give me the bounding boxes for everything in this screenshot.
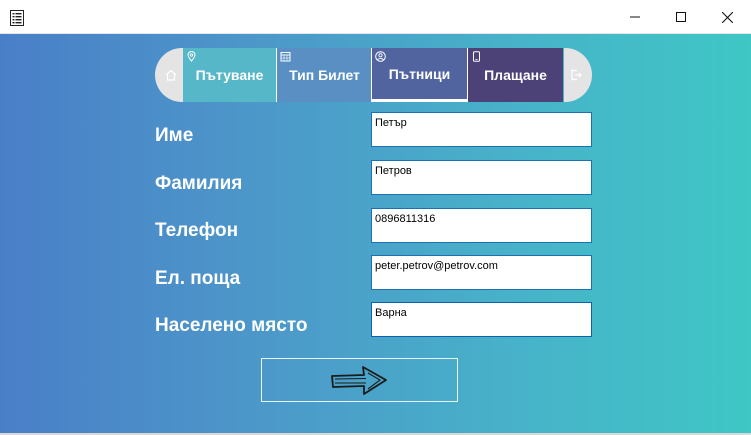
next-button[interactable] (261, 358, 458, 402)
city-label: Населено място (155, 315, 308, 336)
tab-payment[interactable]: Плащане (468, 48, 563, 102)
tab-trip[interactable]: Пътуване (183, 48, 276, 102)
main-panel: Пътуване Тип Билет Пътници Плащане Име П… (0, 34, 751, 433)
phone-field[interactable]: 0896811316 (371, 208, 592, 243)
email-label: Ел. поща (155, 268, 241, 289)
first-name-field[interactable]: Петър (371, 112, 592, 147)
home-icon (165, 69, 177, 81)
home-button[interactable] (155, 48, 183, 102)
minimize-icon (630, 16, 640, 18)
tab-ticket-type-label: Тип Билет (289, 67, 360, 83)
phone-icon (473, 51, 480, 62)
email-field[interactable]: peter.petrov@petrov.com (371, 255, 592, 290)
exit-button[interactable] (564, 48, 592, 102)
tab-trip-label: Пътуване (195, 67, 264, 83)
maximize-icon (676, 12, 686, 22)
minimize-button[interactable] (612, 0, 658, 34)
tab-passengers-label: Пътници (388, 65, 451, 82)
maximize-button[interactable] (658, 0, 704, 34)
tab-ticket-type[interactable]: Тип Билет (277, 48, 372, 102)
location-pin-icon (187, 51, 196, 62)
close-icon (721, 11, 733, 23)
phone-label: Телефон (155, 220, 239, 241)
arrow-right-icon (330, 366, 387, 395)
tab-payment-label: Плащане (484, 67, 547, 83)
city-field[interactable]: Варна (371, 302, 592, 337)
last-name-label: Фамилия (155, 173, 243, 194)
close-button[interactable] (704, 0, 750, 34)
title-bar (0, 0, 751, 34)
exit-icon (571, 69, 582, 81)
last-name-field[interactable]: Петров (371, 160, 592, 195)
first-name-label: Име (155, 125, 194, 146)
user-circle-icon (375, 51, 386, 62)
tab-passengers[interactable]: Пътници (372, 48, 467, 102)
list-icon (10, 10, 24, 26)
calendar-icon (280, 52, 291, 62)
